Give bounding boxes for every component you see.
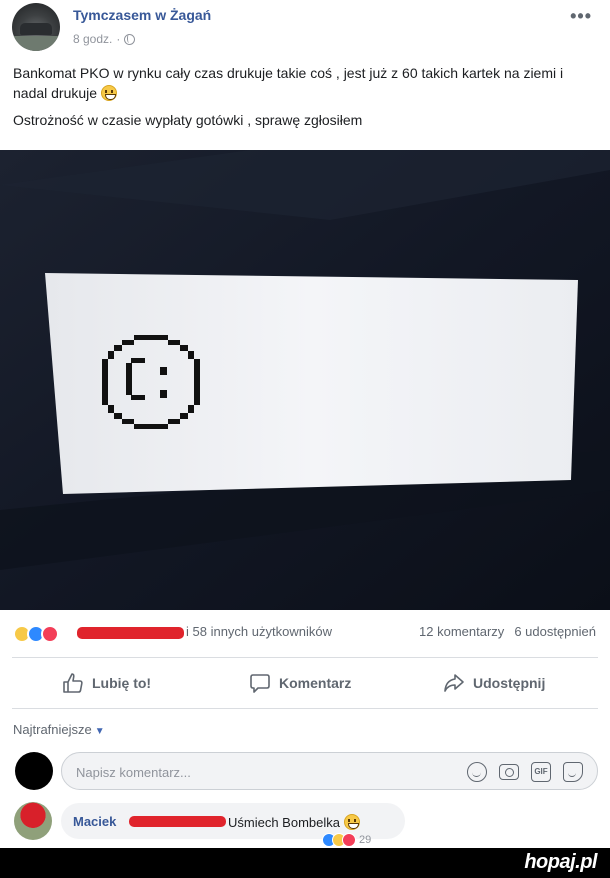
post-text-line-1: Bankomat PKO w rynku cały czas drukuje t… (13, 63, 593, 103)
post-meta: 8 godz. · (73, 32, 136, 46)
post-actions: Lubię to! Komentarz Udostępnij (0, 662, 610, 706)
love-reaction-icon (41, 625, 59, 643)
grinning-emoji-icon (343, 814, 360, 830)
speech-bubble-icon (250, 674, 270, 693)
user-avatar[interactable] (15, 752, 53, 790)
reactions-others[interactable]: i 58 innych użytkowników (186, 624, 332, 639)
thumbs-up-icon (63, 673, 83, 693)
avatar-car (20, 23, 52, 35)
comment-composer[interactable]: GIF (61, 752, 598, 790)
like-label: Lubię to! (92, 675, 152, 691)
share-label: Udostępnij (473, 675, 546, 691)
watermark-logo: hopaj.pl (524, 851, 597, 873)
gif-icon[interactable]: GIF (531, 762, 551, 782)
redacted-names (77, 627, 184, 639)
comment-reaction-count: 29 (359, 834, 372, 846)
redacted-surname (129, 816, 226, 827)
post-counts: 12 komentarzy 6 udostępnień (419, 624, 596, 639)
grinning-emoji-icon (100, 85, 117, 101)
sort-label: Najtrafniejsze (13, 722, 92, 737)
reaction-icons[interactable] (13, 625, 59, 643)
post-text: Bankomat PKO w rynku cały czas drukuje t… (13, 63, 593, 137)
avatar-road (12, 36, 60, 51)
love-reaction-icon (342, 833, 356, 847)
comment-text: Uśmiech Bombelka (228, 814, 360, 830)
reactions-summary: i 58 innych użytkowników 12 komentarzy 6… (0, 615, 610, 651)
post-text-line-2: Ostrożność w czasie wypłaty gotówki , sp… (13, 112, 363, 128)
emoji-picker-icon[interactable] (467, 762, 487, 782)
comments-count[interactable]: 12 komentarzy (419, 624, 504, 639)
caret-down-icon: ▼ (94, 726, 105, 737)
comment-button[interactable]: Komentarz (249, 672, 351, 694)
globe-icon (124, 33, 136, 45)
post-photo[interactable] (0, 150, 610, 610)
watermark-bar: hopaj.pl (0, 848, 610, 878)
paper-receipt (45, 273, 578, 494)
share-button[interactable]: Udostępnij (443, 672, 545, 694)
camera-icon[interactable] (499, 764, 519, 780)
comment-input[interactable] (76, 762, 436, 782)
like-button[interactable]: Lubię to! (62, 672, 151, 694)
divider (12, 708, 598, 709)
page-name-link[interactable]: Tymczasem w Żagań (73, 7, 211, 23)
composer-icons: GIF (467, 762, 583, 782)
comment-sort-dropdown[interactable]: Najtrafniejsze ▼ (13, 722, 105, 737)
comment-reactions[interactable]: 29 (322, 833, 371, 847)
post-header: Tymczasem w Żagań 8 godz. · ••• (0, 0, 610, 58)
share-arrow-icon (444, 674, 464, 692)
post-time[interactable]: 8 godz. (73, 32, 112, 46)
page-avatar[interactable] (12, 3, 60, 51)
divider (12, 657, 598, 658)
photo-scene (0, 150, 610, 610)
commenter-name-link[interactable]: Maciek (73, 814, 116, 829)
sticker-icon[interactable] (563, 762, 583, 782)
comment-text-body: Uśmiech Bombelka (228, 815, 340, 830)
more-options-icon[interactable]: ••• (570, 6, 592, 27)
commenter-avatar[interactable] (14, 802, 52, 840)
shares-count[interactable]: 6 udostępnień (514, 624, 596, 639)
meta-separator: · (116, 32, 121, 46)
comment-label: Komentarz (279, 675, 352, 691)
post-text-body: Bankomat PKO w rynku cały czas drukuje t… (13, 65, 564, 101)
